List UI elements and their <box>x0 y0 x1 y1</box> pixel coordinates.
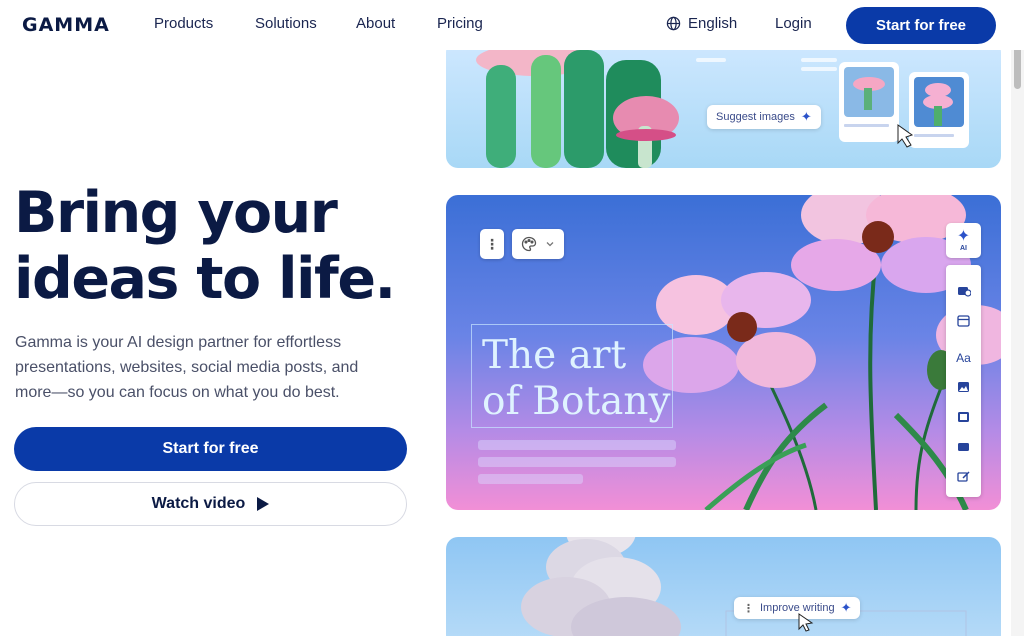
placeholder-text-line <box>478 474 583 484</box>
slide-title[interactable]: The art of Botany <box>482 333 682 425</box>
sparkle-icon: ✦ <box>956 228 971 245</box>
insert-sidebar: Aa <box>946 265 981 497</box>
language-label: English <box>688 15 738 32</box>
sparkle-icon: ✦ <box>840 600 852 615</box>
watch-video-label: Watch video <box>151 495 246 512</box>
gamma-logo[interactable]: GAMMA <box>22 14 110 36</box>
top-nav: GAMMA Products Solutions About Pricing E… <box>0 0 1024 50</box>
hero-subtitle: Gamma is your AI design partner for effo… <box>15 334 359 401</box>
video-icon[interactable] <box>956 410 971 423</box>
nav-solutions[interactable]: Solutions <box>255 15 317 32</box>
login-link[interactable]: Login <box>775 15 812 32</box>
slide-title-line2: of Botany <box>482 379 671 424</box>
cloud-illustration <box>521 537 967 636</box>
palette-icon <box>521 236 537 252</box>
globe-icon <box>666 16 681 31</box>
mushroom-illustration <box>476 44 969 168</box>
cursor-icon <box>798 613 814 632</box>
placeholder-text-line <box>478 440 676 450</box>
layout-icon[interactable] <box>956 314 971 327</box>
nav-products[interactable]: Products <box>154 15 213 32</box>
hero-title: Bring your ideas to life. <box>14 180 414 312</box>
scrollbar-track <box>1011 0 1024 636</box>
language-selector[interactable]: English <box>666 15 737 32</box>
hero-title-line1: Bring your <box>14 180 338 246</box>
add-block-icon[interactable] <box>956 284 971 297</box>
nav-pricing[interactable]: Pricing <box>437 15 483 32</box>
slide-title-line1: The art <box>482 333 627 378</box>
more-options-button[interactable]: ⋮ <box>480 229 504 259</box>
nav-start-button[interactable]: Start for free <box>846 7 996 44</box>
image-icon[interactable] <box>956 380 971 393</box>
start-for-free-button[interactable]: Start for free <box>14 427 407 471</box>
suggest-images-label: Suggest images <box>716 111 795 123</box>
theme-dropdown[interactable] <box>512 229 564 259</box>
watch-video-button[interactable]: Watch video <box>14 482 407 526</box>
showcase-card-writing <box>446 537 1001 636</box>
nav-about[interactable]: About <box>356 15 395 32</box>
ai-badge: AI <box>960 245 967 252</box>
drag-handle-icon[interactable]: ⋮ <box>743 602 754 615</box>
form-icon[interactable] <box>956 470 971 483</box>
play-icon <box>257 497 270 511</box>
sparkle-icon: ✦ <box>800 109 812 124</box>
suggest-images-chip[interactable]: Suggest images ✦ <box>707 105 821 129</box>
chevron-down-icon <box>546 242 554 247</box>
card-icon[interactable] <box>956 440 971 453</box>
ai-assist-button[interactable]: ✦ AI <box>946 223 981 258</box>
showcase-card-images <box>446 40 1001 168</box>
text-style-icon[interactable]: Aa <box>956 351 971 365</box>
placeholder-text-line <box>478 457 676 467</box>
hero-title-line2: ideas to life. <box>14 246 396 312</box>
